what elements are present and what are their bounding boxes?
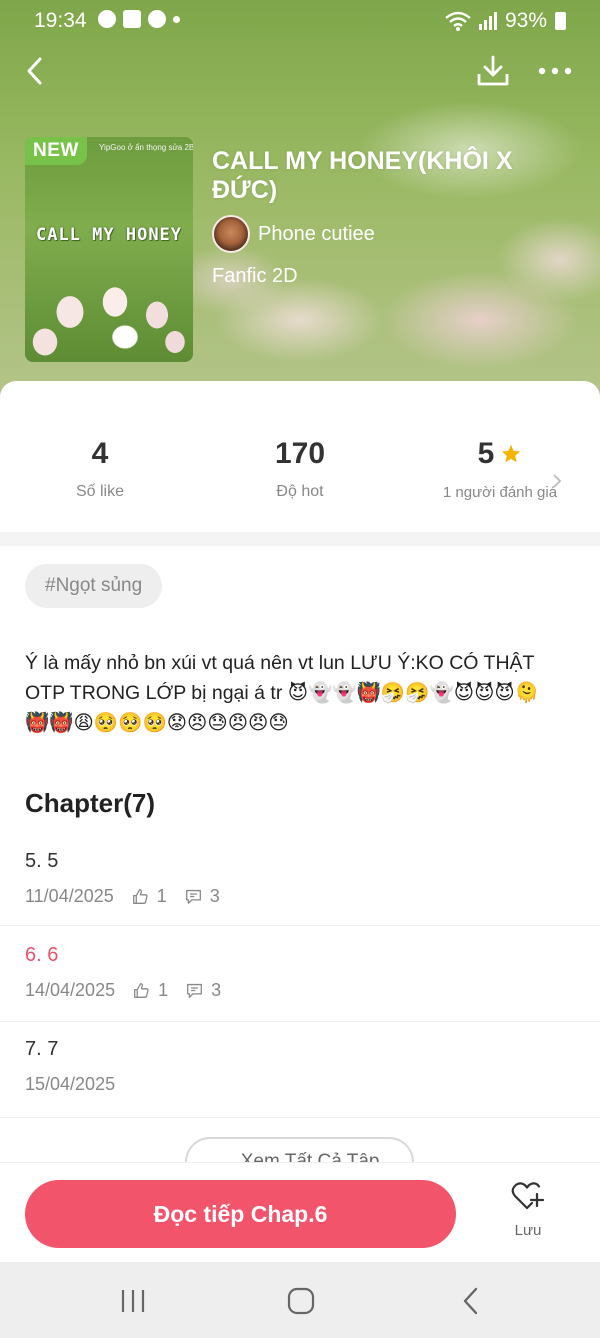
new-badge: NEW	[25, 137, 87, 165]
cover-caption: YipGoo ở ẩn thọng sửa 2B	[99, 143, 193, 152]
chapter-row[interactable]: 6. 6 14/04/2025 1 3	[0, 926, 600, 1022]
messenger-icon	[148, 10, 166, 28]
tag-chip[interactable]: #Ngọt sủng	[25, 564, 163, 608]
chapter-title: 6. 6	[25, 944, 59, 966]
chevron-right-icon	[553, 474, 562, 488]
author-link[interactable]: Phone cutiee	[212, 215, 375, 253]
comment-icon	[187, 983, 203, 998]
story-title: CALL MY HONEY(KHÔI X ĐỨC)	[212, 147, 513, 204]
chapter-date: 15/04/2025	[25, 1074, 116, 1094]
story-description: Ý là mấy nhỏ bn xúi vt quá nên vt lun LƯ…	[25, 652, 540, 734]
heart-plus-icon	[511, 1182, 545, 1210]
recent-apps-icon	[121, 1290, 145, 1312]
signal-icon	[478, 12, 497, 30]
messenger-icon	[98, 10, 116, 28]
stats-card: 4 Số like 170 Độ hot 5 1 người đánh giá	[0, 381, 600, 532]
genre-label: Fanfic 2D	[212, 265, 298, 287]
chapter-title: 7. 7	[25, 1038, 59, 1060]
battery-icon	[555, 12, 566, 30]
chapter-likes: 1	[156, 886, 167, 906]
status-bar: 19:34 93%	[0, 0, 600, 40]
star-icon	[502, 444, 521, 463]
chapter-comments: 3	[209, 886, 220, 906]
likes-count: 4	[91, 437, 109, 470]
cover-title: CALL MY HONEY	[35, 225, 183, 245]
rating-value: 5	[477, 437, 495, 470]
more-notifications-icon	[173, 16, 180, 23]
avatar	[212, 215, 250, 253]
story-cover: NEW YipGoo ở ẩn thọng sửa 2B CALL MY HON…	[25, 137, 193, 362]
home-icon	[287, 1287, 315, 1315]
comment-icon	[185, 889, 201, 904]
story-details: #Ngọt sủng Ý là mấy nhỏ bn xúi vt quá nê…	[0, 546, 600, 1187]
top-nav	[0, 48, 600, 94]
save-button[interactable]: Lưu	[498, 1181, 558, 1251]
stat-hot: 170 Độ hot	[200, 437, 400, 501]
battery-percent: 93%	[504, 9, 547, 32]
save-label: Lưu	[514, 1222, 542, 1239]
continue-reading-button[interactable]: Đọc tiếp Chap.6	[25, 1180, 456, 1248]
story-header: 19:34 93% NEW YipGoo ở ẩn thọng sửa 2B C…	[0, 0, 600, 420]
stat-likes: 4 Số like	[0, 437, 200, 501]
chapter-date: 11/04/2025	[25, 886, 114, 906]
chapter-likes: 1	[158, 980, 169, 1000]
more-icon	[538, 67, 572, 75]
notification-icons	[98, 10, 180, 28]
chapter-row[interactable]: 7. 7 15/04/2025	[0, 1022, 600, 1118]
back-icon	[27, 57, 42, 85]
chapter-date: 14/04/2025	[25, 980, 116, 1000]
rating-label: 1 người đánh giá	[442, 484, 558, 501]
checkbox-app-icon	[123, 10, 141, 28]
thumbs-up-icon	[132, 889, 148, 904]
likes-label: Số like	[75, 483, 125, 500]
hot-label: Độ hot	[276, 483, 324, 500]
system-back-icon	[463, 1287, 478, 1315]
thumbs-up-icon	[134, 983, 149, 998]
chapter-comments: 3	[211, 980, 222, 1000]
stat-rating[interactable]: 5 1 người đánh giá	[400, 437, 600, 502]
chapters-heading: Chapter(7)	[25, 788, 156, 818]
home-button[interactable]	[281, 1284, 321, 1318]
more-options-button[interactable]	[532, 48, 578, 94]
system-back-button[interactable]	[450, 1284, 490, 1318]
system-nav-bar	[0, 1262, 600, 1338]
author-name: Phone cutiee	[258, 222, 375, 245]
chapter-title: 5. 5	[25, 850, 59, 872]
status-time: 19:34	[34, 9, 87, 32]
recent-apps-button[interactable]	[113, 1284, 153, 1318]
download-button[interactable]	[470, 48, 516, 94]
bottom-action-bar: Đọc tiếp Chap.6 Lưu	[0, 1162, 600, 1262]
wifi-icon	[445, 11, 471, 31]
chapter-row[interactable]: 5. 5 11/04/2025 1 3	[0, 830, 600, 926]
back-button[interactable]	[12, 48, 58, 94]
download-icon	[477, 55, 509, 86]
hot-count: 170	[274, 437, 326, 470]
